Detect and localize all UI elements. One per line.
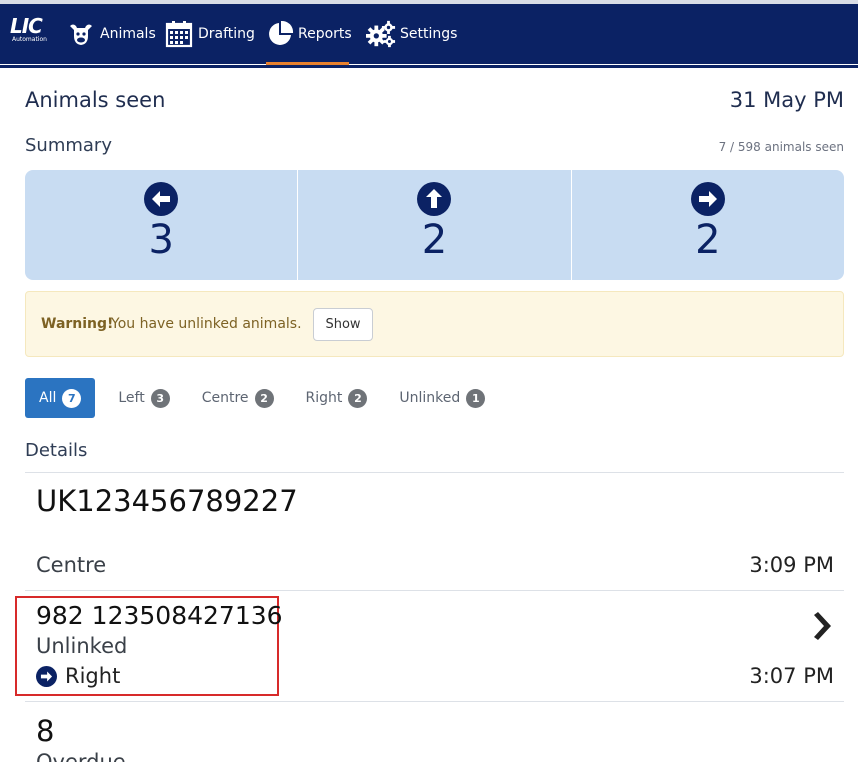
nav-settings-label: Settings [400, 26, 458, 42]
warning-title: Warning! [41, 316, 114, 332]
tab-centre-label: Centre [201, 390, 249, 406]
pie-chart-icon [266, 19, 294, 49]
tab-left-count: 3 [150, 388, 170, 408]
animal-row-1-direction: Centre [36, 553, 107, 577]
nav-settings[interactable]: Settings [366, 4, 457, 64]
animal-row-3-id[interactable]: 8 [36, 714, 54, 748]
details-heading: Details [25, 440, 88, 461]
tab-all-count: 7 [62, 388, 82, 408]
tab-unlinked[interactable]: Unlinked 1 [386, 378, 498, 418]
nav-animals-label: Animals [100, 26, 156, 42]
animal-row-2-id[interactable]: 982 123508427136 [36, 601, 283, 630]
row-divider [25, 701, 844, 702]
nav-drafting-label: Drafting [198, 26, 255, 42]
animal-row-2-direction: Right [36, 664, 120, 688]
tab-all-label: All [39, 390, 57, 406]
nav-reports-label: Reports [298, 26, 352, 42]
details-divider [25, 472, 844, 473]
gears-icon [366, 19, 396, 49]
chevron-right-icon[interactable] [810, 612, 832, 640]
logo-subtext: Automation [12, 36, 47, 43]
tab-centre-count: 2 [254, 388, 274, 408]
top-navbar: LIC Automation Animals Drafting Reports … [0, 0, 858, 68]
left-count: 3 [148, 217, 174, 263]
animal-row-2-status: Unlinked [36, 634, 128, 658]
unlinked-warning: Warning! You have unlinked animals. Show [25, 291, 844, 357]
animal-row-1-time: 3:09 PM [749, 553, 834, 577]
show-unlinked-button[interactable]: Show [313, 308, 373, 341]
session-date: 31 May PM [729, 88, 844, 112]
tab-unlinked-label: Unlinked [399, 390, 461, 406]
right-count: 2 [695, 217, 721, 263]
arrow-left-circle-icon [144, 182, 179, 216]
tab-right-count: 2 [348, 388, 368, 408]
animals-seen-count: 7 / 598 animals seen [718, 140, 844, 154]
tab-right[interactable]: Right 2 [293, 378, 381, 418]
tab-left[interactable]: Left 3 [105, 378, 182, 418]
nav-reports[interactable]: Reports [266, 4, 352, 66]
centre-count: 2 [421, 217, 448, 263]
warning-message: You have unlinked animals. [111, 316, 302, 332]
cow-icon [66, 19, 96, 49]
tab-left-label: Left [118, 390, 145, 406]
summary-heading: Summary [25, 135, 112, 156]
tab-unlinked-count: 1 [466, 388, 486, 408]
lic-logo[interactable]: LIC Automation [10, 16, 62, 48]
nav-animals[interactable]: Animals [66, 4, 156, 64]
summary-centre[interactable]: 2 [298, 170, 572, 280]
animal-row-3-status: Overdue [36, 750, 126, 762]
animal-row-1-id[interactable]: UK123456789227 [36, 484, 298, 518]
animal-row-2-time: 3:07 PM [749, 664, 834, 688]
page-title: Animals seen [25, 88, 166, 112]
tab-centre[interactable]: Centre 2 [189, 378, 287, 418]
nav-drafting[interactable]: Drafting [164, 4, 255, 64]
logo-text: LIC [10, 14, 43, 38]
navbar-divider [0, 65, 858, 68]
arrow-right-circle-icon [690, 182, 725, 216]
arrow-right-circle-icon [36, 665, 57, 687]
animal-row-2-direction-label: Right [65, 664, 121, 688]
tab-all[interactable]: All 7 [25, 378, 96, 418]
tab-right-label: Right [305, 390, 343, 406]
summary-left[interactable]: 3 [25, 170, 299, 280]
row-divider [25, 590, 844, 591]
summary-panel: 3 2 2 [25, 170, 844, 280]
arrow-up-circle-icon [417, 182, 452, 216]
filter-tabs: All 7 Left 3 Centre 2 Right 2 Unlinked 1 [25, 378, 504, 418]
calendar-icon [164, 19, 194, 49]
summary-right[interactable]: 2 [572, 170, 844, 280]
